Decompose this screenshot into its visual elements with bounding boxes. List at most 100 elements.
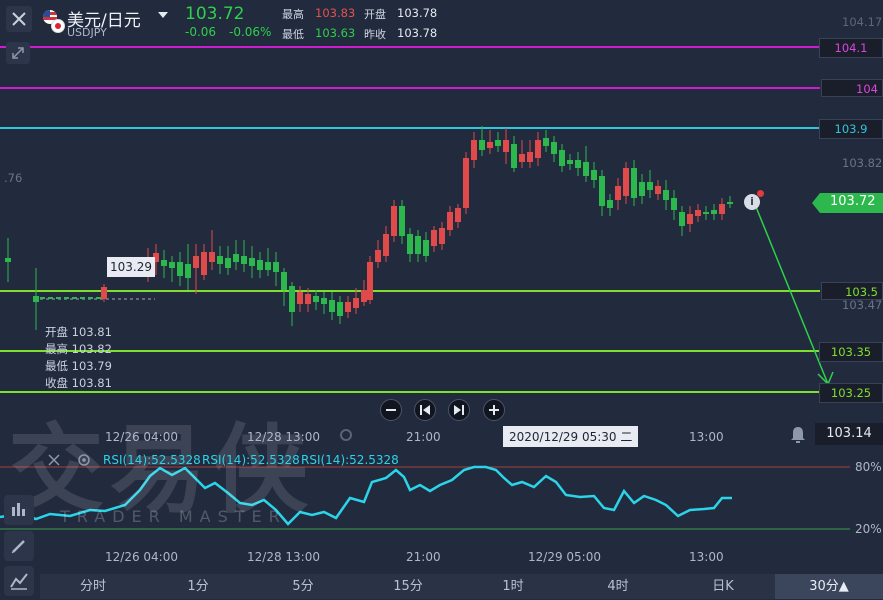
- prev-close-label: 昨收: [364, 28, 386, 41]
- candle-body: [543, 138, 549, 146]
- chart-icon: [10, 573, 28, 590]
- rsi-upper-label: 80%: [855, 460, 882, 474]
- level-tag-104[interactable]: 104: [821, 79, 883, 97]
- candle-body: [88, 297, 93, 299]
- time-label-4: 13:00: [689, 430, 724, 444]
- expand-icon: [12, 47, 24, 59]
- prev-button[interactable]: [414, 399, 436, 421]
- rsi-lower-label: 20%: [855, 522, 882, 536]
- chart-type-button[interactable]: [4, 566, 34, 596]
- tab-timeline[interactable]: 分时: [55, 574, 131, 599]
- level-tag-104-1[interactable]: 104.1: [819, 38, 883, 58]
- alert-value[interactable]: 103.14: [815, 423, 883, 445]
- indicator-button[interactable]: [4, 495, 34, 525]
- candle-body: [185, 264, 191, 278]
- candle-body: [305, 294, 311, 304]
- candle-body: [495, 140, 501, 146]
- ohlc-open-value: 103.81: [71, 325, 112, 339]
- candle-body: [399, 206, 405, 236]
- rsi-label-3: RSI(14):52.5328: [301, 453, 399, 467]
- candle-body: [367, 262, 373, 300]
- candle-body: [647, 182, 653, 190]
- candle-body: [535, 140, 541, 158]
- candle-body: [583, 162, 589, 176]
- candle-body: [209, 252, 215, 262]
- rsi-label-2: RSI(14):52.5328: [202, 453, 300, 467]
- candle-body: [591, 170, 597, 180]
- ohlc-open-label: 开盘: [45, 325, 68, 339]
- candle-body: [631, 168, 637, 198]
- crosshair-ohlc: 开盘 103.81 最高 103.82 最低 103.79 收盘 103.81: [45, 324, 112, 392]
- tab-1min[interactable]: 1分: [160, 574, 236, 599]
- tab-5min[interactable]: 5分: [265, 574, 341, 599]
- close-small-button[interactable]: [46, 452, 62, 468]
- zoom-out-button[interactable]: [380, 399, 402, 421]
- candle-body: [101, 287, 107, 299]
- alert-dot: [757, 190, 764, 197]
- candle-body: [313, 296, 319, 302]
- next-icon: [454, 405, 464, 415]
- time-label-1: 12/26 04:00: [105, 430, 178, 444]
- zoom-in-button[interactable]: [483, 399, 505, 421]
- tab-30min[interactable]: 30分▲: [775, 574, 883, 599]
- candle-body: [463, 158, 469, 208]
- tab-15min[interactable]: 15分: [370, 574, 446, 599]
- candle-body: [5, 258, 11, 262]
- candle-body: [289, 286, 295, 312]
- close-small-icon: [48, 454, 60, 466]
- candle-body: [623, 168, 629, 196]
- candle-body: [519, 154, 525, 162]
- ohlc-close-label: 收盘: [45, 376, 68, 390]
- settings-button[interactable]: [76, 452, 92, 468]
- zoom-out-icon: [386, 409, 396, 411]
- zoom-in-icon: [489, 405, 499, 415]
- candle-body: [241, 256, 247, 264]
- candle-body: [361, 290, 367, 302]
- candle-body: [471, 140, 477, 160]
- axis-label-mid: 103.82: [842, 156, 883, 170]
- bell-button[interactable]: [787, 424, 809, 446]
- candle-body: [639, 182, 645, 196]
- candle-body: [96, 297, 101, 299]
- prev-icon: [420, 405, 430, 415]
- axis-label-left: .76: [4, 171, 23, 185]
- clock-icon[interactable]: [340, 429, 352, 441]
- candle-body: [345, 302, 351, 312]
- level-tag-103-35[interactable]: 103.35: [819, 342, 883, 362]
- level-tag-103-5[interactable]: 103.5: [821, 282, 883, 300]
- tab-1hour[interactable]: 1时: [475, 574, 551, 599]
- candle-body: [80, 297, 85, 299]
- draw-button[interactable]: [4, 531, 34, 561]
- level-tag-103-9[interactable]: 103.9: [819, 119, 883, 139]
- flag-jp-icon: [51, 19, 65, 33]
- trend-arrow-line: [753, 201, 829, 385]
- candle-body: [695, 210, 701, 216]
- candle-body: [407, 234, 413, 254]
- candle-body: [671, 198, 677, 210]
- candle-body: [391, 206, 397, 236]
- close-button[interactable]: [6, 6, 32, 32]
- candle-body: [415, 236, 421, 254]
- candle-body: [607, 200, 613, 208]
- expand-button[interactable]: [6, 42, 30, 64]
- tab-daily[interactable]: 日K: [685, 574, 761, 599]
- candle-body: [281, 272, 287, 290]
- candle-body: [663, 190, 669, 200]
- watermark-subtitle: TRADER MASTER: [60, 507, 287, 526]
- candle-body: [177, 262, 183, 276]
- candle-body: [64, 297, 69, 299]
- settings-icon: [78, 454, 90, 466]
- level-tag-103-25[interactable]: 103.25: [819, 383, 883, 403]
- low-label: 最低: [282, 28, 304, 41]
- bottom-time-label-2: 12/28 13:00: [247, 550, 320, 564]
- next-button[interactable]: [448, 399, 470, 421]
- candle-body: [337, 302, 343, 316]
- candle-body: [527, 152, 533, 162]
- dropdown-icon[interactable]: [158, 12, 168, 18]
- candle-body: [655, 186, 661, 194]
- ohlc-low-label: 最低: [45, 359, 68, 373]
- candle-body: [503, 140, 509, 152]
- candle-body: [321, 298, 327, 304]
- rsi-label-1: RSI(14):52.5328: [103, 453, 201, 467]
- tab-4hour[interactable]: 4时: [580, 574, 656, 599]
